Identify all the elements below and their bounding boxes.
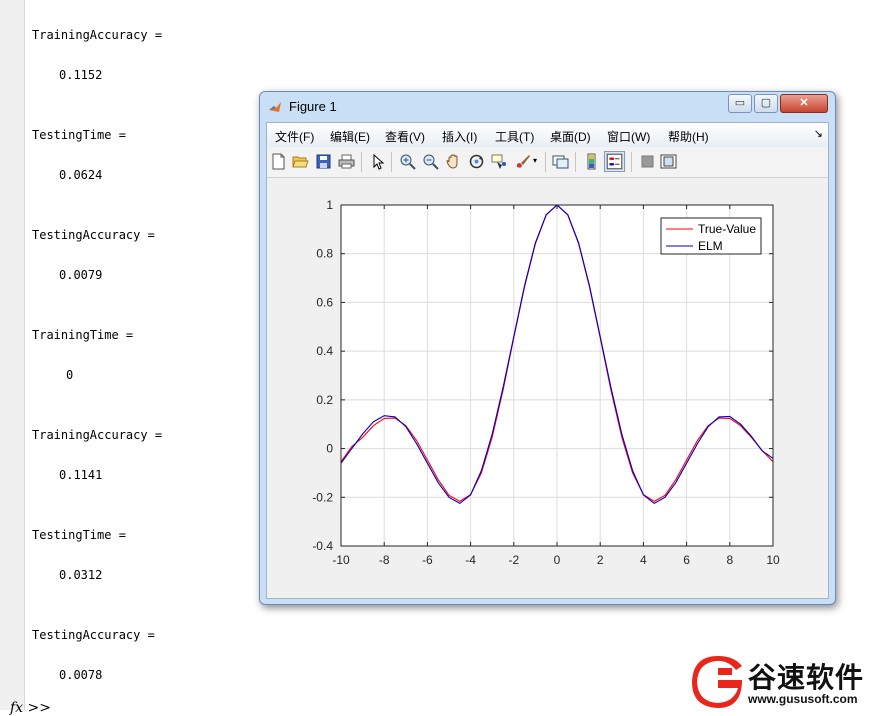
hide-plot-tools-icon[interactable] xyxy=(639,153,656,170)
figure-menubar: ↘ 文件(F) 编辑(E) 查看(V) 插入(I) 工具(T) 桌面(D) 窗口(W) 帮助(… xyxy=(267,123,828,148)
watermark-text: 谷速软件 xyxy=(748,661,865,694)
data-cursor-icon[interactable] xyxy=(491,153,508,170)
menu-overflow-icon[interactable]: ↘ xyxy=(814,127,823,140)
command-output-line: 0.0624 xyxy=(59,168,103,182)
command-output-line: TrainingAccuracy = xyxy=(32,428,163,442)
menu-item-1[interactable]: 编辑(E) xyxy=(330,128,370,145)
command-output-line: 0.0312 xyxy=(59,568,103,582)
command-output-line: TestingAccuracy = xyxy=(32,628,155,642)
x-tick-label: -6 xyxy=(422,553,433,567)
legend-icon[interactable] xyxy=(604,151,625,172)
menu-item-3[interactable]: 插入(I) xyxy=(442,128,477,145)
toolbar-separator xyxy=(361,152,362,172)
menu-item-7[interactable]: 帮助(H) xyxy=(668,128,709,145)
figure-toolbar: ▾ xyxy=(267,147,828,178)
pan-icon[interactable] xyxy=(445,153,462,170)
toolbar-separator xyxy=(575,152,576,172)
brush-icon[interactable] xyxy=(514,153,531,170)
command-window[interactable]: fx >> TrainingAccuracy = 0.1152 TestingTim… xyxy=(10,0,272,716)
figure-window[interactable]: Figure 1 ▭ ▢ ✕ ↘ 文件(F) 编辑(E) 查看(V) 插入(I) 工具(… xyxy=(259,91,836,605)
save-icon[interactable] xyxy=(315,153,332,170)
new-figure-icon[interactable] xyxy=(270,153,287,170)
x-tick-label: -2 xyxy=(508,553,519,567)
toolbar-separator xyxy=(391,152,392,172)
command-prompt[interactable]: fx >> xyxy=(10,700,51,716)
menu-item-0[interactable]: 文件(F) xyxy=(275,128,314,145)
command-output-line: 0.0078 xyxy=(59,668,103,682)
plot-area[interactable]: -10 -8 -6 -4 -2 0 2 4 6 8 10 -0.4 -0.2 0 0.2 0.4 0.6 0.8 1… xyxy=(267,178,828,598)
x-tick-label: 2 xyxy=(597,553,604,567)
command-output-line: 0 xyxy=(66,368,74,382)
rotate-3d-icon[interactable] xyxy=(468,153,485,170)
menu-item-6[interactable]: 窗口(W) xyxy=(607,128,650,145)
show-plot-tools-icon[interactable] xyxy=(660,153,677,170)
x-tick-label: 4 xyxy=(640,553,647,567)
figure-titlebar[interactable]: Figure 1 ▭ ▢ ✕ xyxy=(260,92,835,122)
minimize-button[interactable]: ▭ xyxy=(728,94,752,113)
open-file-icon[interactable] xyxy=(292,153,309,170)
command-output-line: 0.1152 xyxy=(59,68,103,82)
y-tick-label: 0 xyxy=(326,442,333,456)
command-output-line: TrainingAccuracy = xyxy=(32,28,163,42)
y-tick-label: 0.2 xyxy=(316,393,333,407)
legend-entry-label: ELM xyxy=(698,239,723,253)
menu-item-4[interactable]: 工具(T) xyxy=(495,128,534,145)
toolbar-separator xyxy=(545,152,546,172)
x-tick-label: -4 xyxy=(465,553,476,567)
command-output-line: TrainingTime = xyxy=(32,328,134,342)
y-tick-label: 0.6 xyxy=(316,295,333,309)
menu-item-2[interactable]: 查看(V) xyxy=(385,128,425,145)
figure-title: Figure 1 xyxy=(289,99,337,114)
y-tick-label: -0.4 xyxy=(312,539,333,553)
link-plot-icon[interactable] xyxy=(552,153,569,170)
watermark: 谷速软件 www.gususoft.com xyxy=(692,656,888,710)
pointer-icon[interactable] xyxy=(369,153,386,170)
x-tick-label: 6 xyxy=(683,553,690,567)
command-output-line: TestingTime = xyxy=(32,528,126,542)
legend-entry-label: True-Value xyxy=(698,222,756,236)
y-tick-label: -0.2 xyxy=(312,490,333,504)
colorbar-icon[interactable] xyxy=(583,153,600,170)
x-tick-label: 10 xyxy=(766,553,780,567)
command-output-line: 0.0079 xyxy=(59,268,103,282)
watermark-url: www.gususoft.com xyxy=(748,692,858,706)
figure-client-area: ↘ 文件(F) 编辑(E) 查看(V) 插入(I) 工具(T) 桌面(D) 窗口(W) 帮助(… xyxy=(266,122,829,599)
zoom-in-icon[interactable] xyxy=(399,153,416,170)
y-tick-label: 1 xyxy=(326,198,333,212)
command-window-gutter xyxy=(0,0,25,710)
close-button[interactable]: ✕ xyxy=(780,94,828,113)
print-icon[interactable] xyxy=(338,153,355,170)
gususoft-logo-icon xyxy=(692,656,742,708)
y-tick-label: 0.4 xyxy=(316,344,333,358)
toolbar-separator xyxy=(631,152,632,172)
matlab-logo-icon xyxy=(269,102,281,112)
x-tick-label: 0 xyxy=(554,553,561,567)
command-output-line: TestingAccuracy = xyxy=(32,228,155,242)
command-output-line: 0.1141 xyxy=(59,468,103,482)
brush-dropdown-icon[interactable]: ▾ xyxy=(533,156,537,165)
x-tick-label: -8 xyxy=(379,553,390,567)
command-output-line: TestingTime = xyxy=(32,128,126,142)
maximize-button[interactable]: ▢ xyxy=(754,94,778,113)
menu-item-5[interactable]: 桌面(D) xyxy=(550,128,591,145)
x-tick-label: -10 xyxy=(332,553,350,567)
line-chart[interactable]: -10 -8 -6 -4 -2 0 2 4 6 8 10 -0.4 -0.2 0 0.2 0.4 0.6 0.8 1… xyxy=(267,178,828,598)
y-tick-label: 0.8 xyxy=(316,247,333,261)
zoom-out-icon[interactable] xyxy=(422,153,439,170)
x-tick-label: 8 xyxy=(726,553,733,567)
